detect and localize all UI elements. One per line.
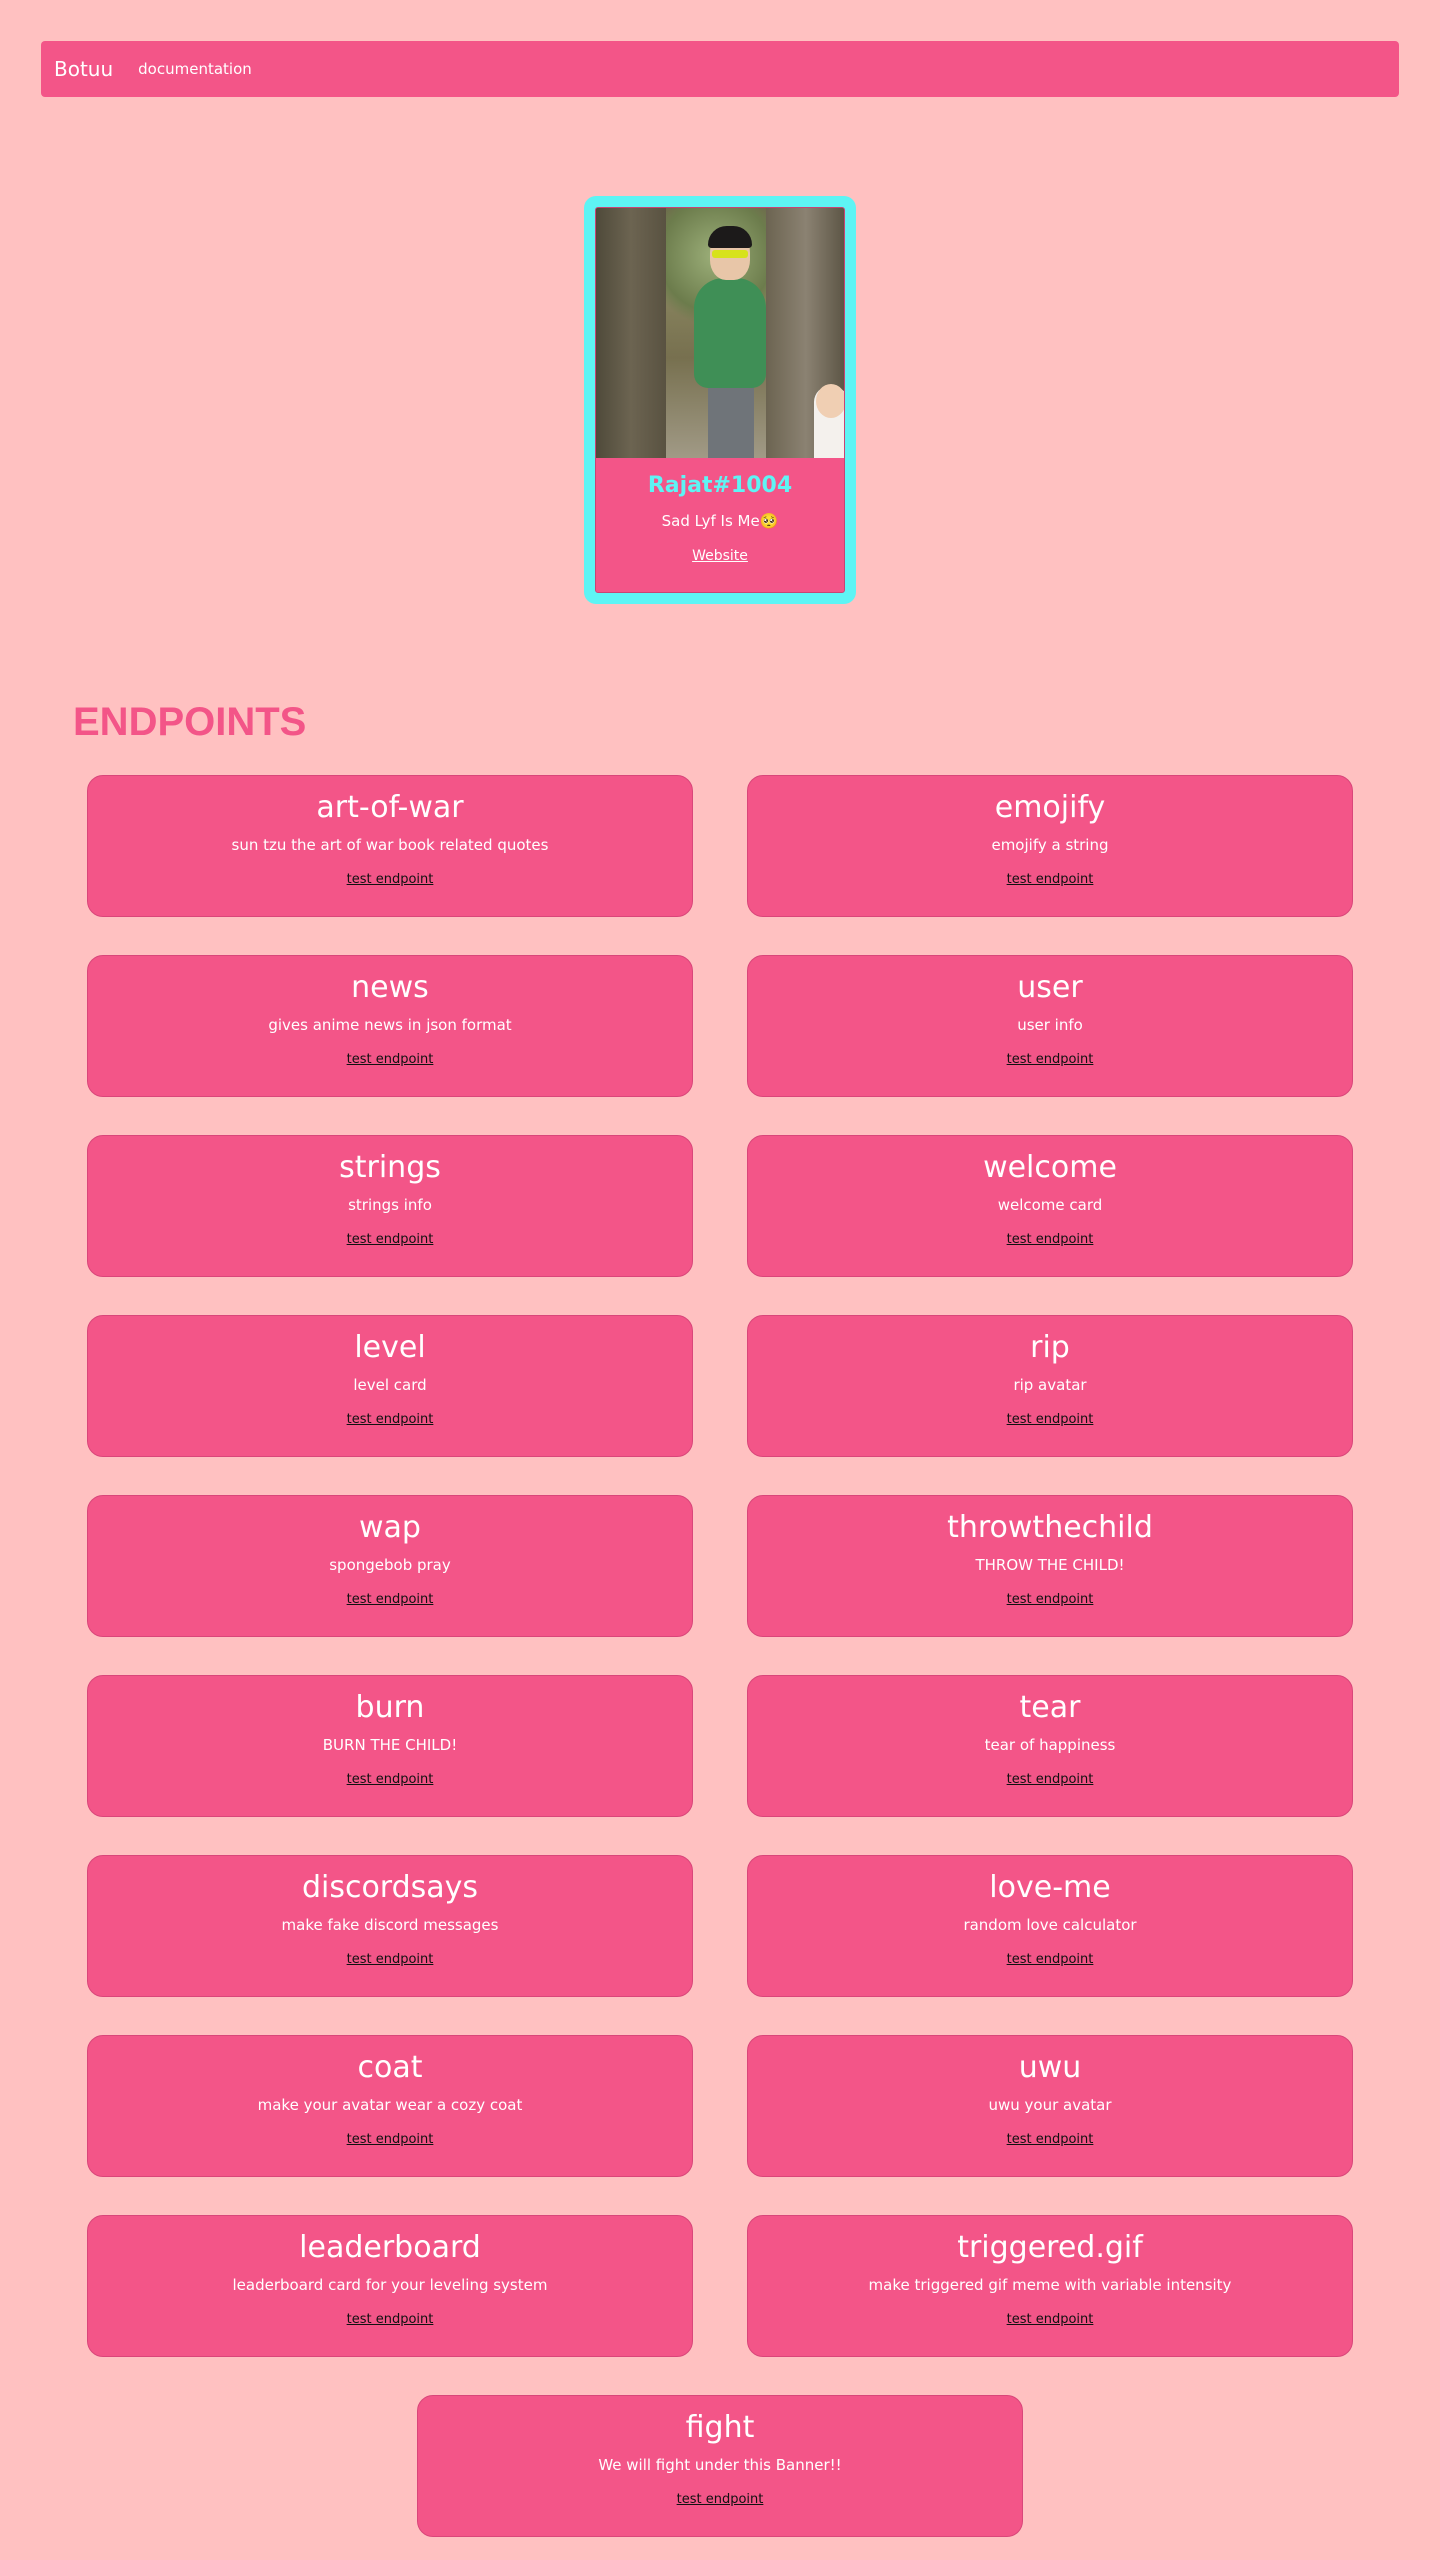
endpoint-card-throwthechild: throwthechild THROW THE CHILD! test endp…	[747, 1495, 1353, 1637]
endpoint-title: triggered.gif	[957, 2230, 1143, 2265]
endpoint-card-discordsays: discordsays make fake discord messages t…	[87, 1855, 693, 1997]
test-endpoint-link[interactable]: test endpoint	[1007, 1772, 1094, 1787]
endpoint-description: leaderboard card for your leveling syste…	[232, 2276, 548, 2294]
endpoint-card-rip: rip rip avatar test endpoint	[747, 1315, 1353, 1457]
test-endpoint-link[interactable]: test endpoint	[1007, 2132, 1094, 2147]
endpoint-title: throwthechild	[947, 1510, 1153, 1545]
profile-status: Sad Lyf Is Me🥺	[661, 512, 779, 530]
endpoint-card-strings: strings strings info test endpoint	[87, 1135, 693, 1277]
profile-card: Rajat#1004 Sad Lyf Is Me🥺 Website	[584, 196, 856, 604]
endpoint-card-art-of-war: art-of-war sun tzu the art of war book r…	[87, 775, 693, 917]
profile-card-body: Rajat#1004 Sad Lyf Is Me🥺 Website	[595, 207, 845, 593]
endpoint-card-burn: burn BURN THE CHILD! test endpoint	[87, 1675, 693, 1817]
endpoint-card-uwu: uwu uwu your avatar test endpoint	[747, 2035, 1353, 2177]
endpoint-card-emojify: emojify emojify a string test endpoint	[747, 775, 1353, 917]
endpoint-card-news: news gives anime news in json format tes…	[87, 955, 693, 1097]
endpoint-description: BURN THE CHILD!	[322, 1736, 458, 1754]
endpoint-description: gives anime news in json format	[268, 1016, 512, 1034]
endpoint-description: strings info	[348, 1196, 432, 1214]
test-endpoint-link[interactable]: test endpoint	[677, 2492, 764, 2507]
endpoint-title: art-of-war	[316, 790, 464, 825]
endpoint-title: rip	[1030, 1330, 1070, 1365]
endpoint-title: news	[351, 970, 429, 1005]
test-endpoint-link[interactable]: test endpoint	[347, 1772, 434, 1787]
test-endpoint-link[interactable]: test endpoint	[347, 872, 434, 887]
test-endpoint-link[interactable]: test endpoint	[347, 1052, 434, 1067]
test-endpoint-link[interactable]: test endpoint	[1007, 1952, 1094, 1967]
endpoint-description: emojify a string	[991, 836, 1109, 854]
endpoint-title: burn	[355, 1690, 425, 1725]
endpoint-description: make your avatar wear a cozy coat	[257, 2096, 523, 2114]
endpoint-description: THROW THE CHILD!	[975, 1556, 1125, 1574]
endpoint-card-wap: wap spongebob pray test endpoint	[87, 1495, 693, 1637]
endpoint-description: user info	[1017, 1016, 1083, 1034]
endpoint-description: make triggered gif meme with variable in…	[868, 2276, 1232, 2294]
endpoint-title: wap	[359, 1510, 421, 1545]
endpoint-description: We will fight under this Banner!!	[598, 2456, 842, 2474]
endpoint-title: tear	[1019, 1690, 1081, 1725]
endpoints-heading: ENDPOINTS	[73, 700, 307, 744]
endpoint-title: user	[1017, 970, 1083, 1005]
endpoint-description: make fake discord messages	[281, 1916, 499, 1934]
profile-username: Rajat#1004	[647, 473, 793, 498]
endpoint-card-user: user user info test endpoint	[747, 955, 1353, 1097]
test-endpoint-link[interactable]: test endpoint	[347, 2312, 434, 2327]
endpoint-description: welcome card	[997, 1196, 1103, 1214]
top-navbar: Botuu documentation	[41, 41, 1399, 97]
endpoint-title: coat	[357, 2050, 423, 2085]
test-endpoint-link[interactable]: test endpoint	[1007, 1052, 1094, 1067]
endpoint-description: level card	[353, 1376, 427, 1394]
endpoint-title: leaderboard	[299, 2230, 481, 2265]
test-endpoint-link[interactable]: test endpoint	[1007, 1232, 1094, 1247]
endpoint-title: discordsays	[301, 1870, 479, 1905]
test-endpoint-link[interactable]: test endpoint	[347, 1412, 434, 1427]
test-endpoint-link[interactable]: test endpoint	[347, 1952, 434, 1967]
endpoint-card-triggered-gif: triggered.gif make triggered gif meme wi…	[747, 2215, 1353, 2357]
test-endpoint-link[interactable]: test endpoint	[1007, 1592, 1094, 1607]
nav-documentation-link[interactable]: documentation	[138, 60, 252, 78]
endpoint-description: tear of happiness	[984, 1736, 1116, 1754]
endpoint-card-welcome: welcome welcome card test endpoint	[747, 1135, 1353, 1277]
endpoint-title: uwu	[1018, 2050, 1082, 2085]
endpoint-description: rip avatar	[1013, 1376, 1087, 1394]
profile-avatar-image	[596, 208, 844, 458]
endpoint-title: level	[354, 1330, 426, 1365]
test-endpoint-link[interactable]: test endpoint	[1007, 1412, 1094, 1427]
test-endpoint-link[interactable]: test endpoint	[1007, 2312, 1094, 2327]
endpoint-description: random love calculator	[963, 1916, 1137, 1934]
endpoint-description: uwu your avatar	[988, 2096, 1112, 2114]
endpoint-description: sun tzu the art of war book related quot…	[231, 836, 549, 854]
test-endpoint-link[interactable]: test endpoint	[347, 1232, 434, 1247]
endpoint-title: love-me	[989, 1870, 1111, 1905]
endpoint-title: welcome	[983, 1150, 1117, 1185]
endpoint-card-level: level level card test endpoint	[87, 1315, 693, 1457]
endpoint-card-coat: coat make your avatar wear a cozy coat t…	[87, 2035, 693, 2177]
brand-link[interactable]: Botuu	[54, 57, 113, 81]
profile-website-link[interactable]: Website	[596, 548, 844, 564]
endpoint-card-leaderboard: leaderboard leaderboard card for your le…	[87, 2215, 693, 2357]
test-endpoint-link[interactable]: test endpoint	[1007, 872, 1094, 887]
endpoint-title: fight	[685, 2410, 755, 2445]
endpoint-description: spongebob pray	[329, 1556, 451, 1574]
endpoint-card-tear: tear tear of happiness test endpoint	[747, 1675, 1353, 1817]
endpoint-card-fight: fight We will fight under this Banner!! …	[417, 2395, 1023, 2537]
endpoint-title: strings	[339, 1150, 441, 1185]
test-endpoint-link[interactable]: test endpoint	[347, 2132, 434, 2147]
endpoint-title: emojify	[994, 790, 1106, 825]
test-endpoint-link[interactable]: test endpoint	[347, 1592, 434, 1607]
endpoint-card-love-me: love-me random love calculator test endp…	[747, 1855, 1353, 1997]
